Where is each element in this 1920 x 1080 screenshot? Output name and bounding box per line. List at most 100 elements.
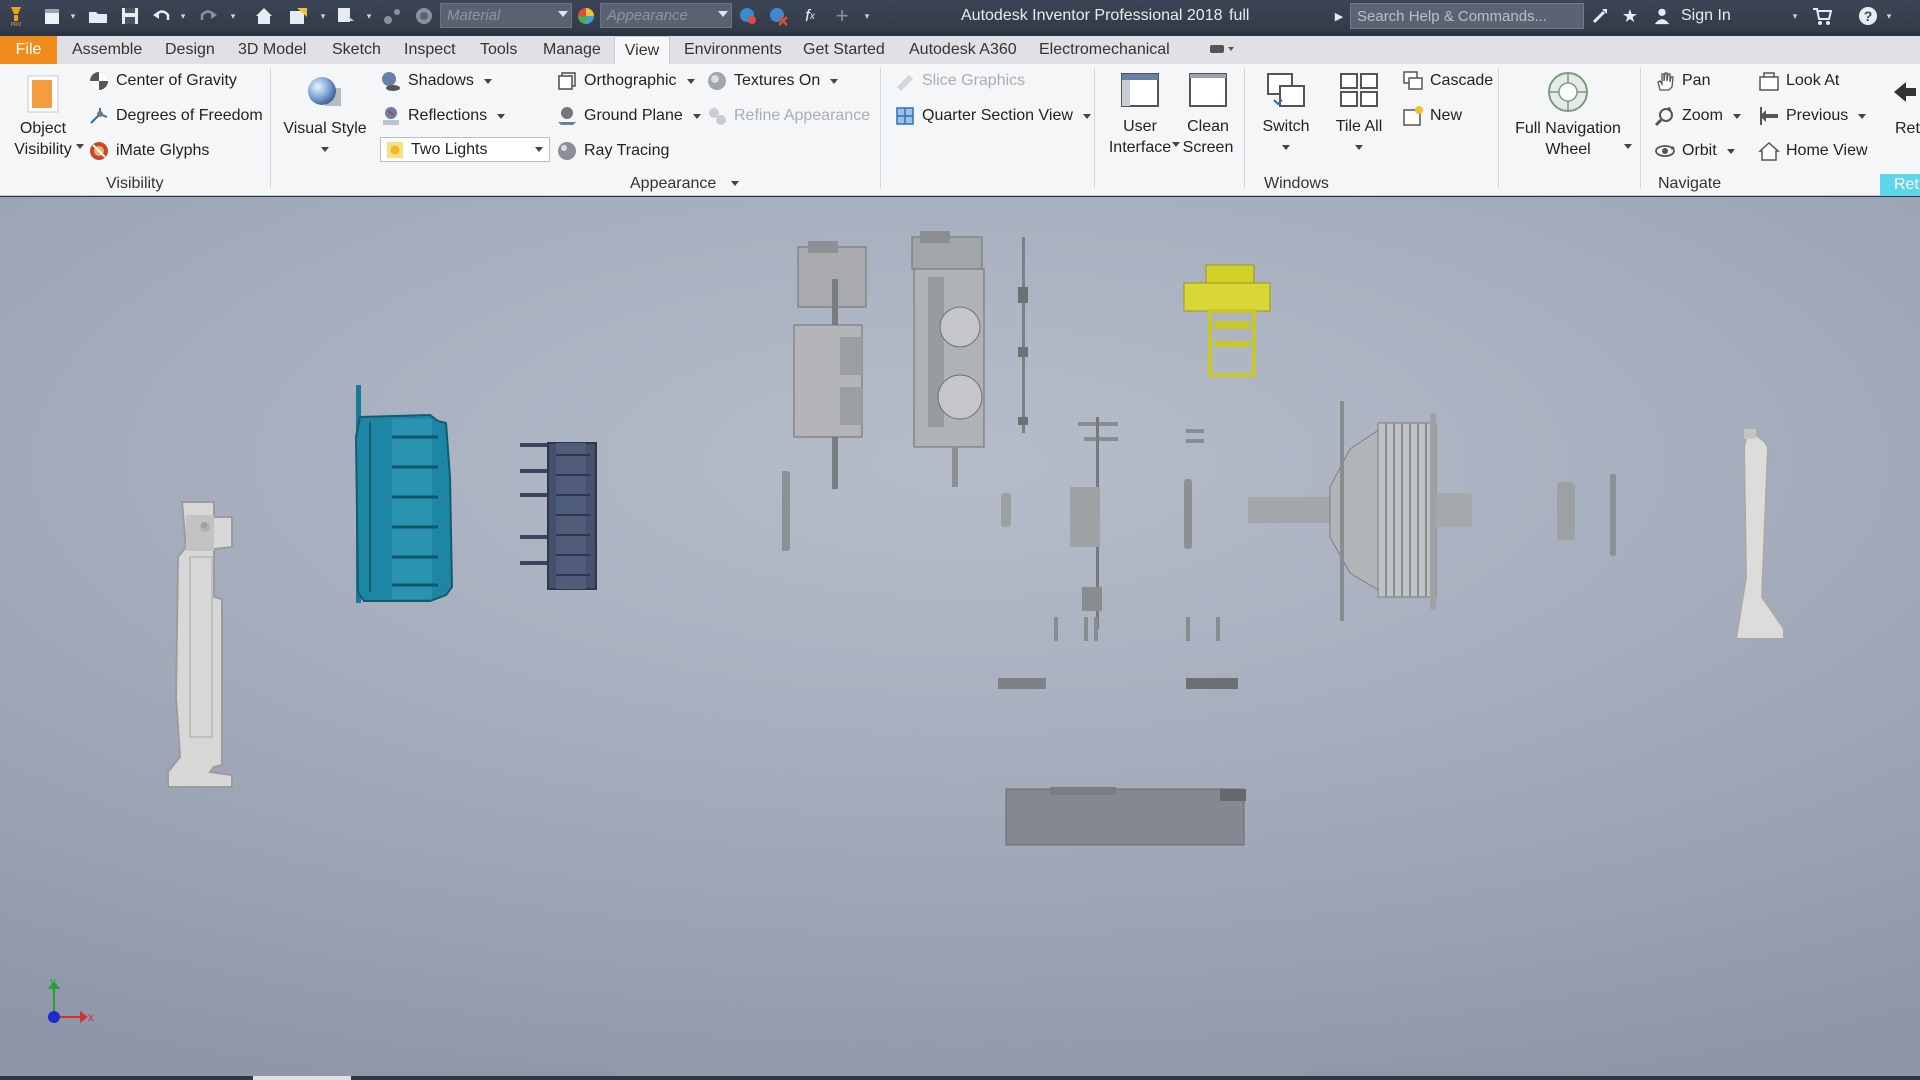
shadows-button[interactable]: Shadows <box>380 70 492 92</box>
cart-icon[interactable] <box>1810 4 1834 28</box>
previous-view-button[interactable]: Previous <box>1758 105 1867 127</box>
object-visibility-button[interactable]: Object Visibility <box>10 72 76 160</box>
tab-inspect[interactable]: Inspect <box>404 36 456 64</box>
undo-icon[interactable] <box>150 4 174 28</box>
formula-icon[interactable]: fx <box>798 4 822 28</box>
customize-dropdown-icon[interactable]: ▾ <box>862 4 872 28</box>
update-icon[interactable] <box>286 4 310 28</box>
redo-dropdown-icon[interactable]: ▾ <box>228 4 238 28</box>
update-dropdown-icon[interactable]: ▾ <box>318 4 328 28</box>
lighting-style-select[interactable]: Two Lights <box>380 137 550 162</box>
new-icon[interactable] <box>40 4 64 28</box>
help-icon[interactable]: ? <box>1856 4 1880 28</box>
open-icon[interactable] <box>86 4 110 28</box>
search-input[interactable]: Search Help & Commands... <box>1350 3 1584 29</box>
imate-glyphs-button[interactable]: iMate Glyphs <box>88 140 209 162</box>
small-block-left[interactable] <box>998 678 1046 689</box>
home-icon[interactable] <box>252 4 276 28</box>
switch-button[interactable]: Switch <box>1252 70 1320 151</box>
tab-electromechanical[interactable]: Electromechanical <box>1039 36 1170 64</box>
chevron-down-icon[interactable] <box>1624 138 1632 156</box>
tab-file[interactable]: File <box>0 36 57 64</box>
right-disc-b[interactable] <box>1610 474 1616 556</box>
pro-logo-icon[interactable]: PRO <box>4 4 28 28</box>
base-block-part[interactable] <box>1005 787 1246 846</box>
plus-icon[interactable]: + <box>830 3 854 28</box>
redo-icon[interactable] <box>196 4 220 28</box>
tab-assemble[interactable]: Assemble <box>72 36 142 64</box>
right-disc-a[interactable] <box>1557 482 1575 540</box>
appearance-ball-icon[interactable] <box>574 4 598 28</box>
undo-dropdown-icon[interactable]: ▾ <box>178 4 188 28</box>
tile-all-button[interactable]: Tile All <box>1326 70 1392 151</box>
orbit-button[interactable]: Orbit <box>1654 140 1735 162</box>
degrees-of-freedom-button[interactable]: Degrees of Freedom <box>88 105 263 127</box>
appearance-combo[interactable]: Appearance <box>600 3 732 28</box>
right-plate-part[interactable] <box>1734 427 1785 640</box>
adjust-appearance-icon[interactable] <box>736 4 760 28</box>
orthographic-button[interactable]: Orthographic <box>556 70 695 92</box>
left-housing-part[interactable] <box>167 501 233 788</box>
select-icon[interactable] <box>334 4 358 28</box>
teal-housing-part[interactable] <box>354 385 454 603</box>
clean-screen-button[interactable]: Clean Screen <box>1180 70 1236 158</box>
tab-3d-model[interactable]: 3D Model <box>238 36 306 64</box>
center-frame-part-a[interactable] <box>782 241 867 551</box>
small-disc-mid[interactable] <box>1001 493 1011 527</box>
graphics-viewport[interactable]: y x <box>0 197 1920 1080</box>
tab-environments[interactable]: Environments <box>684 36 782 64</box>
tab-autodesk-a360[interactable]: Autodesk A360 <box>909 36 1017 64</box>
textures-on-button[interactable]: Textures On <box>706 70 839 92</box>
ribbon-display-toggle[interactable] <box>1208 36 1244 64</box>
home-view-button[interactable]: Home View <box>1758 140 1868 162</box>
clear-appearance-icon[interactable] <box>766 4 790 28</box>
center-frame-part-b[interactable] <box>911 231 985 487</box>
navy-gear-part[interactable] <box>520 442 597 590</box>
document-tab[interactable] <box>253 1076 351 1080</box>
thin-shaft-part[interactable] <box>1018 237 1028 433</box>
ground-plane-button[interactable]: Ground Plane <box>556 105 701 127</box>
tab-design[interactable]: Design <box>165 36 215 64</box>
chevron-down-icon[interactable] <box>76 138 84 156</box>
small-disc-left[interactable] <box>782 471 790 551</box>
search-icon[interactable] <box>1588 4 1612 28</box>
ray-tracing-button[interactable]: Ray Tracing <box>556 140 669 162</box>
star-icon[interactable]: ★ <box>1618 4 1642 28</box>
yellow-bracket-part[interactable] <box>1183 264 1271 377</box>
cascade-button[interactable]: Cascade <box>1402 70 1493 92</box>
save-icon[interactable] <box>118 4 142 28</box>
sign-in-link[interactable]: Sign In <box>1681 7 1731 25</box>
small-block-right[interactable] <box>1186 678 1238 689</box>
user-interface-button[interactable]: User Interface <box>1104 70 1176 158</box>
quarter-section-view-button[interactable]: Quarter Section View <box>894 105 1091 127</box>
new-window-button[interactable]: New <box>1402 105 1462 127</box>
center-screw-stack[interactable] <box>1054 417 1118 641</box>
sign-in-dropdown-icon[interactable]: ▾ <box>1790 4 1800 28</box>
refine-appearance-button[interactable]: Refine Appearance <box>706 105 870 127</box>
search-expand-icon[interactable]: ▶ <box>1332 4 1346 28</box>
return-button[interactable]: Ret <box>1886 70 1920 139</box>
visual-style-button[interactable]: Visual Style <box>280 72 370 153</box>
help-dropdown-icon[interactable]: ▾ <box>1884 4 1894 28</box>
measure-icon[interactable] <box>380 4 404 28</box>
center-of-gravity-button[interactable]: Center of Gravity <box>88 70 237 92</box>
color-wheel-icon[interactable] <box>412 4 436 28</box>
user-icon[interactable] <box>1652 4 1672 28</box>
tab-tools[interactable]: Tools <box>480 36 517 64</box>
tab-view[interactable]: View <box>614 36 670 64</box>
look-at-button[interactable]: Look At <box>1758 70 1839 92</box>
select-dropdown-icon[interactable]: ▾ <box>364 4 374 28</box>
group-label-appearance[interactable]: Appearance <box>630 175 739 193</box>
exploded-assembly-view[interactable] <box>0 197 1920 1080</box>
tab-get-started[interactable]: Get Started <box>803 36 885 64</box>
right-screw-stack[interactable] <box>1184 429 1220 641</box>
zoom-button[interactable]: Zoom <box>1654 105 1741 127</box>
reflections-button[interactable]: Reflections <box>380 105 506 127</box>
material-combo[interactable]: Material <box>440 3 572 28</box>
tab-sketch[interactable]: Sketch <box>332 36 381 64</box>
drum-shaft-part[interactable] <box>1248 401 1472 621</box>
new-dropdown-icon[interactable]: ▾ <box>68 4 78 28</box>
full-navigation-wheel-button[interactable]: Full Navigation Wheel <box>1506 70 1630 160</box>
chevron-down-icon[interactable] <box>1172 136 1180 154</box>
slice-graphics-button[interactable]: Slice Graphics <box>894 70 1025 92</box>
